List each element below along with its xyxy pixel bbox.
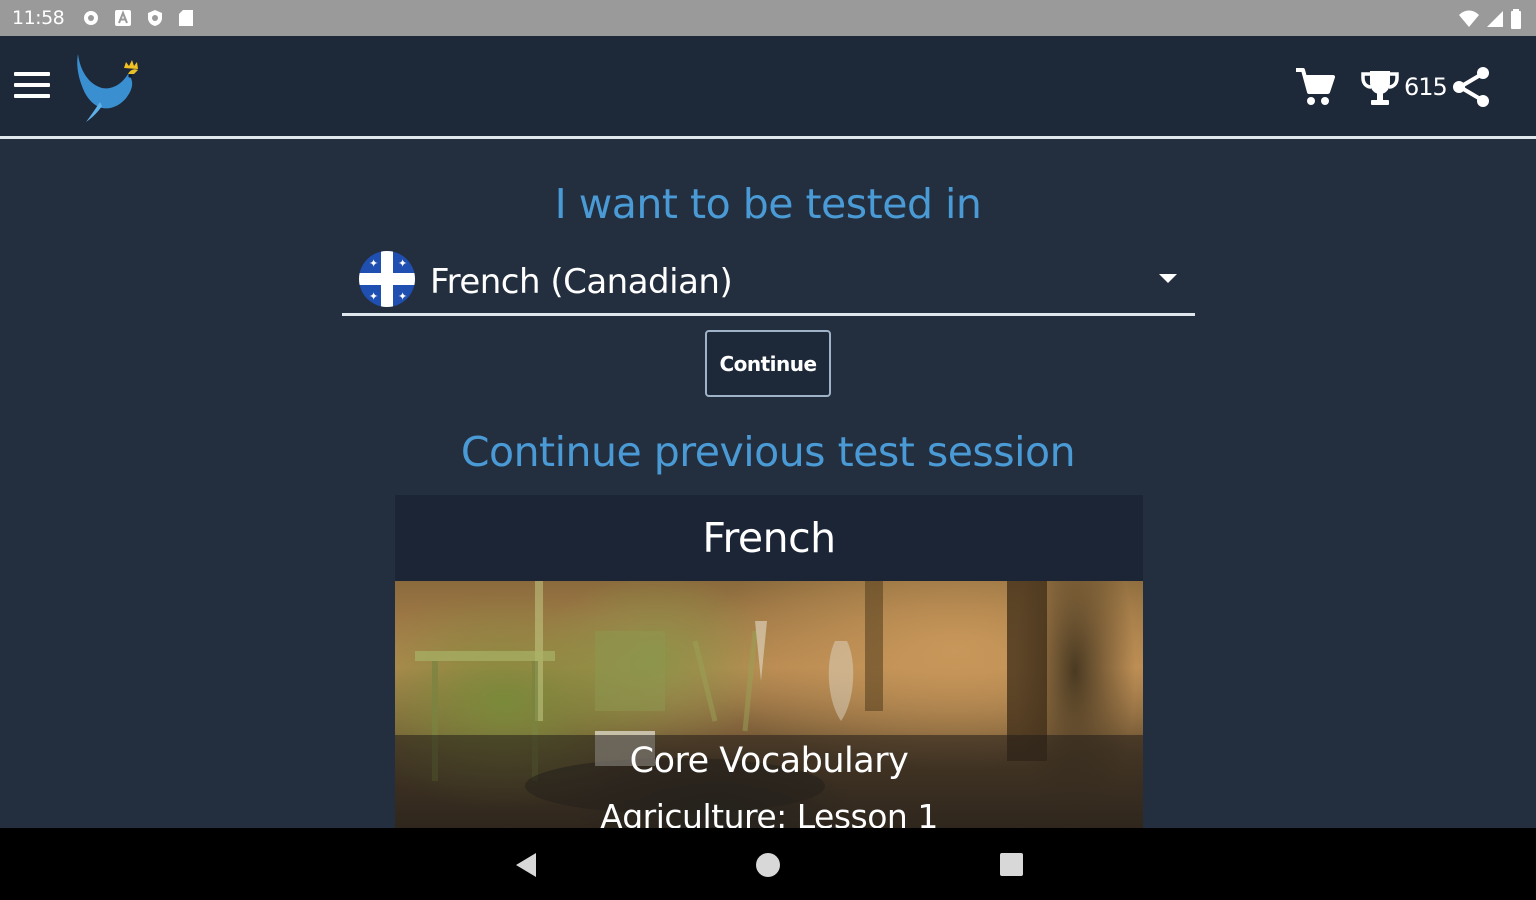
svg-text:✦: ✦ bbox=[369, 257, 378, 270]
sd-card-icon bbox=[179, 10, 193, 26]
app-bar-divider bbox=[0, 134, 1536, 139]
points-count: 615 bbox=[1404, 73, 1448, 101]
card-title: French bbox=[702, 514, 836, 562]
language-dropdown[interactable]: ✦ ✦ ✦ ✦ French (Canadian) bbox=[342, 246, 1195, 316]
signal-icon bbox=[1487, 11, 1503, 27]
tested-in-heading: I want to be tested in bbox=[554, 180, 982, 228]
bird-logo[interactable] bbox=[72, 50, 144, 126]
dropdown-arrow-icon bbox=[1159, 274, 1177, 283]
svg-text:✦: ✦ bbox=[369, 290, 378, 303]
session-card[interactable]: French Core Vocabulary Agriculture: Less… bbox=[395, 495, 1143, 828]
back-icon[interactable] bbox=[512, 851, 538, 879]
status-bar: 11:58 bbox=[0, 0, 1536, 36]
a-icon bbox=[115, 10, 131, 26]
recents-icon[interactable] bbox=[1000, 853, 1023, 876]
card-header: French bbox=[395, 495, 1143, 581]
status-time: 11:58 bbox=[12, 7, 65, 29]
status-icons-right bbox=[1458, 9, 1522, 29]
selected-language: French (Canadian) bbox=[430, 262, 733, 302]
card-category: Core Vocabulary bbox=[629, 741, 909, 781]
status-icons-left bbox=[82, 9, 194, 27]
cart-icon[interactable] bbox=[1294, 66, 1336, 108]
continue-button[interactable]: Continue bbox=[705, 330, 831, 397]
svg-text:✦: ✦ bbox=[398, 257, 407, 270]
trophy-icon[interactable] bbox=[1360, 68, 1400, 108]
battery-icon bbox=[1511, 9, 1521, 29]
wifi-icon bbox=[1459, 10, 1479, 27]
share-icon[interactable] bbox=[1450, 66, 1492, 108]
continue-session-heading: Continue previous test session bbox=[460, 428, 1076, 476]
settings-icon bbox=[84, 11, 98, 25]
shield-icon bbox=[148, 10, 162, 26]
hamburger-menu-icon[interactable] bbox=[12, 72, 52, 104]
svg-text:✦: ✦ bbox=[398, 290, 407, 303]
home-icon[interactable] bbox=[756, 853, 780, 877]
quebec-flag-icon: ✦ ✦ ✦ ✦ bbox=[359, 251, 415, 307]
card-lesson: Agriculture: Lesson 1 bbox=[600, 797, 938, 828]
